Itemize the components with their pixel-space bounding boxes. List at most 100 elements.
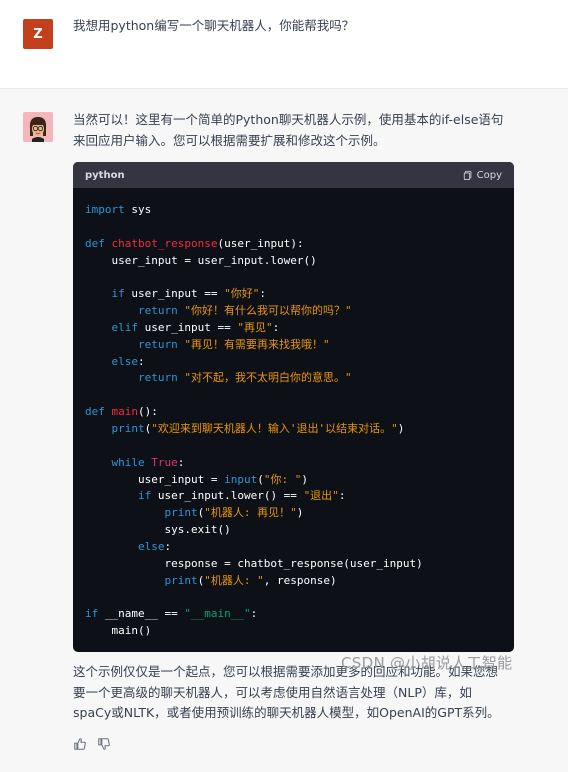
code-line: while True:: [85, 455, 502, 472]
code-token: user_input =: [85, 472, 225, 486]
code-token: ():: [138, 405, 158, 419]
user-message-text: 我想用python编写一个聊天机器人，你能帮我吗？: [73, 18, 355, 33]
code-line: response = chatbot_response(user_input): [85, 556, 502, 573]
thumbs-up-icon[interactable]: [73, 737, 87, 751]
code-token: def: [85, 236, 105, 250]
code-token: :: [177, 455, 185, 469]
code-token: if: [111, 287, 125, 301]
feedback-bar: [73, 737, 111, 751]
code-token: "__main__": [184, 607, 251, 621]
code-line: print("机器人: 再见！"): [85, 505, 502, 522]
code-line: sys.exit(): [85, 522, 502, 539]
code-token: , response): [263, 573, 337, 587]
code-line: else:: [85, 354, 502, 371]
outro-line: 要一个更高级的聊天机器人，可以考虑使用自然语言处理（NLP）库，如: [73, 684, 472, 700]
code-token: import: [85, 203, 125, 216]
thumbs-down-icon[interactable]: [97, 737, 111, 751]
csdn-watermark: CSDN @小胡说人工智能: [341, 654, 513, 672]
code-token: response = chatbot_response(user_input): [85, 556, 423, 570]
code-token: "机器人: 再见！": [204, 506, 297, 520]
code-line: def chatbot_response(user_input):: [85, 236, 502, 253]
code-token: :: [138, 354, 145, 368]
code-token: return: [137, 371, 178, 385]
code-token: return: [137, 304, 178, 318]
code-token: __name__ ==: [98, 607, 185, 621]
code-token: print: [111, 421, 145, 435]
code-token: elif: [111, 320, 139, 334]
code-token: while: [111, 455, 145, 469]
intro-line: 来回应用户输入。您可以根据需要扩展和修改这个示例。: [73, 132, 386, 148]
code-token: if: [85, 607, 99, 621]
user-avatar: Z: [23, 19, 53, 49]
code-token: chatbot_response: [111, 236, 218, 250]
code-line: if user_input.lower() == "退出":: [85, 488, 502, 505]
code-token: "欢迎来到聊天机器人！输入'退出'以结束对话。": [151, 421, 398, 435]
outro-line: spaCy或NLTK，或者使用预训练的聊天机器人模型，如OpenAI的GPT系列…: [73, 705, 500, 720]
code-token: :: [250, 607, 258, 621]
code-line: main(): [85, 623, 502, 640]
code-token: else: [137, 539, 165, 553]
code-line: if user_input == "你好":: [85, 286, 502, 303]
code-token: def: [85, 405, 105, 419]
code-token: print: [164, 573, 198, 587]
code-token: ): [301, 472, 308, 486]
code-token: "再见！有需要再来找我哦！": [184, 337, 330, 351]
code-token: "你: ": [263, 472, 302, 486]
code-line: import sys: [85, 202, 502, 219]
code-token: :: [164, 539, 172, 553]
code-token: sys: [124, 203, 152, 216]
copy-label: Copy: [476, 169, 502, 181]
code-token: "你好！有什么我可以帮你的吗？": [184, 304, 352, 318]
code-token: True: [151, 455, 178, 469]
code-token: user_input.lower() ==: [151, 489, 304, 503]
code-line: else:: [85, 539, 502, 556]
code-token: user_input ==: [124, 287, 225, 301]
code-token: "机器人: ": [204, 573, 264, 587]
code-token: main(): [85, 624, 152, 638]
code-token: "再见": [237, 320, 273, 334]
code-content: import sys def chatbot_response(user_inpu…: [73, 188, 514, 640]
code-token: print: [164, 506, 198, 520]
code-line: return "你好！有什么我可以帮你的吗？": [85, 303, 502, 320]
copy-code-button[interactable]: Copy: [463, 170, 502, 181]
code-token: "你好": [224, 287, 260, 301]
clipboard-icon: [463, 170, 471, 180]
code-line: print("欢迎来到聊天机器人！输入'退出'以结束对话。"): [85, 421, 502, 438]
code-line: def main():: [85, 404, 502, 421]
code-line: user_input = user_input.lower(): [85, 253, 502, 270]
assistant-intro-text: 当然可以！这里有一个简单的Python聊天机器人示例，使用基本的if-else语…: [73, 110, 523, 151]
code-token: :: [259, 287, 266, 301]
code-token: return: [137, 337, 178, 351]
intro-line: 当然可以！这里有一个简单的Python聊天机器人示例，使用基本的if-else语…: [73, 112, 504, 127]
memoji-avatar-icon: [23, 112, 53, 142]
user-message-row: Z 我想用python编写一个聊天机器人，你能帮我吗？: [0, 0, 568, 88]
code-token: input: [224, 472, 258, 486]
code-line: return "再见！有需要再来找我哦！": [85, 337, 502, 354]
code-token: main: [111, 405, 139, 419]
code-token: "对不起，我不太明白你的意思。": [184, 371, 352, 385]
code-token: ): [296, 506, 304, 520]
code-token: user_input = user_input.lower(): [85, 253, 317, 267]
code-block-header: python Copy: [73, 162, 514, 188]
code-line: if __name__ == "__main__":: [85, 606, 502, 623]
code-language-label: python: [85, 169, 125, 181]
